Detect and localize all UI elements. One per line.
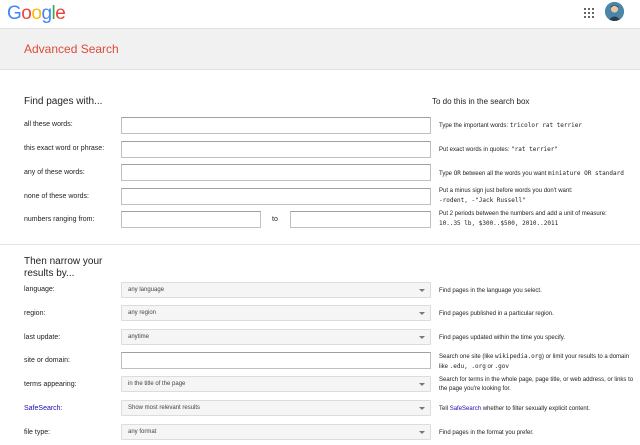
any-words-input[interactable] [121,164,431,181]
all-words-label: all these words: [24,121,73,128]
apps-grid-icon[interactable] [584,8,594,18]
dropdown-arrow-icon [419,407,425,410]
all-words-help: Type the important words: tricolor rat t… [439,121,639,131]
exact-help-code: "rat terrier" [511,146,559,153]
language-select-value: any language [128,287,165,293]
none-words-help: Put a minus sign just before words you d… [439,187,639,205]
site-domain-input[interactable] [121,352,431,369]
dropdown-arrow-icon [419,383,425,386]
file-type-label: file type: [24,429,51,436]
logo-letter: g [41,3,52,24]
terms-appearing-select-value: in the title of the page [128,381,186,387]
range-help: Put 2 periods between the numbers and ad… [439,210,639,228]
range-from-input[interactable] [121,211,261,228]
any-words-label: any of these words: [24,169,85,176]
last-update-select-value: anytime [128,334,150,340]
site-help-a: Search one site (like [439,354,494,360]
logo-letter: o [31,3,42,24]
file-type-select-value: any format [128,429,157,435]
language-select[interactable]: any language [121,282,431,298]
none-help-text: Put a minus sign just before words you d… [439,188,573,194]
last-update-label: last update: [24,334,61,341]
dropdown-arrow-icon [419,289,425,292]
dropdown-arrow-icon [419,431,425,434]
site-domain-label: site or domain: [24,357,70,364]
any-help-code-a: OR [453,170,461,177]
search-box-heading: To do this in the search box [432,97,530,106]
terms-appearing-label: terms appearing: [24,381,77,388]
range-to-label: to [272,216,278,223]
site-help-code-a: wikipedia.org [495,353,543,360]
narrow-heading-line2: results by... [24,268,75,279]
google-logo[interactable]: Google [7,3,66,25]
safesearch-help: Tell SafeSearch whether to filter sexual… [439,405,639,414]
logo-letter: e [55,3,66,24]
exact-phrase-label: this exact word or phrase: [24,145,105,152]
top-bar: Google [0,0,640,28]
any-words-help: Type OR between all the words you want m… [439,169,639,179]
exact-phrase-help: Put exact words in quotes: "rat terrier" [439,145,639,155]
terms-appearing-help: Search for terms in the whole page, page… [439,377,634,392]
safe-help-a: Tell [439,406,449,412]
range-help-code: 10..35 lb, $300..$500, 2010..2011 [439,220,559,227]
safesearch-select[interactable]: Show most relevant results [121,400,431,416]
range-help-text: Put 2 periods between the numbers and ad… [439,211,607,217]
logo-letter: o [21,3,32,24]
find-heading: Find pages with... [24,96,103,107]
dropdown-arrow-icon [419,312,425,315]
any-help-code-b: miniature OR standard [547,170,624,177]
exact-help-text: Put exact words in quotes: [439,147,510,153]
last-update-help: Find pages updated within the time you s… [439,335,565,341]
terms-appearing-select[interactable]: in the title of the page [121,376,431,392]
region-label: region: [24,310,46,317]
range-label: numbers ranging from: [24,216,95,223]
file-type-select[interactable]: any format [121,424,431,440]
file-type-help: Find pages in the format you prefer. [439,430,534,436]
any-help-a: Type [439,171,453,177]
last-update-select[interactable]: anytime [121,329,431,345]
safe-help-b: whether to filter sexually explicit cont… [482,406,591,412]
region-help: Find pages published in a particular reg… [439,311,554,317]
none-help-code: -rodent, -"Jack Russell" [439,197,526,204]
site-domain-help: Search one site (like wikipedia.org) or … [439,352,639,372]
language-help: Find pages in the language you select. [439,288,542,294]
any-help-b: between all the words you want [462,171,547,177]
page-title: Advanced Search [24,42,119,56]
logo-letter: G [7,3,22,24]
all-words-input[interactable] [121,117,431,134]
safesearch-select-value: Show most relevant results [128,405,201,411]
safesearch-label-link[interactable]: SafeSearch: [24,405,63,412]
narrow-heading: Then narrow your results by... [24,256,102,280]
region-select[interactable]: any region [121,305,431,321]
site-help-code-c: .gov [494,363,509,370]
exact-phrase-input[interactable] [121,141,431,158]
safesearch-help-link[interactable]: SafeSearch [450,406,481,412]
page-header: Advanced Search [0,28,640,70]
range-to-input[interactable] [290,211,431,228]
all-words-help-code: tricolor rat terrier [509,122,582,129]
language-label: language: [24,286,55,293]
site-help-c: or [487,364,493,370]
region-select-value: any region [128,310,157,316]
user-avatar[interactable] [605,2,624,21]
section-divider [0,244,640,245]
narrow-heading-line1: Then narrow your [24,256,103,267]
none-words-label: none of these words: [24,193,89,200]
dropdown-arrow-icon [419,336,425,339]
none-words-input[interactable] [121,188,431,205]
all-words-help-text: Type the important words: [439,123,509,129]
site-help-code-b: .edu, .org [449,363,486,370]
